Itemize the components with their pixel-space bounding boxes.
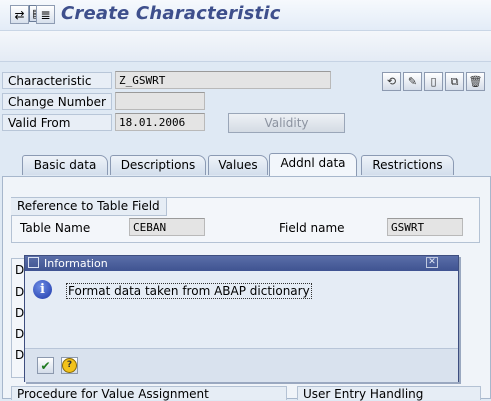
dialog-titlebar[interactable]: Information (25, 256, 458, 271)
tab-descriptions[interactable]: Descriptions (110, 155, 206, 175)
delete-trash-icon[interactable]: 🗑 (466, 72, 485, 91)
dialog-window-icon (28, 257, 39, 268)
dialog-title: Information (44, 257, 108, 270)
dialog-footer (25, 348, 458, 382)
reference-group-title: Reference to Table Field (11, 198, 167, 216)
help-icon[interactable]: ? (61, 357, 78, 374)
user-entry-handling-group-title: User Entry Handling (297, 386, 481, 401)
characteristic-field[interactable]: Z_GSWRT (115, 71, 331, 89)
field-name-field[interactable]: GSWRT (387, 218, 463, 236)
tab-values[interactable]: Values (208, 155, 268, 175)
close-icon[interactable]: ✕ (426, 257, 438, 268)
page-title: Create Characteristic (61, 3, 281, 24)
characteristic-label: Characteristic (2, 72, 112, 89)
tab-restrictions[interactable]: Restrictions (361, 155, 454, 175)
table-name-field[interactable]: CEBAN (129, 218, 205, 236)
tab-basic-data[interactable]: Basic data (22, 155, 108, 175)
value-assignment-group-title: Procedure for Value Assignment (11, 386, 287, 401)
edit-pencil-icon[interactable]: ✎ (403, 72, 422, 91)
application-toolbar (0, 31, 491, 62)
create-document-icon[interactable]: ▯ (424, 72, 443, 91)
display-change-icon[interactable]: ⟲ (382, 72, 401, 91)
info-icon: i (33, 280, 52, 299)
change-number-label: Change Number (2, 93, 112, 110)
dialog-message: Format data taken from ABAP dictionary (66, 283, 312, 299)
classes-icon[interactable]: ≣ (36, 5, 55, 24)
tab-addnl-data[interactable]: Addnl data (269, 153, 357, 176)
confirm-checkmark-icon[interactable]: ✔ (37, 357, 54, 374)
field-name-label: Field name (279, 221, 345, 235)
change-number-field[interactable] (115, 92, 205, 110)
validity-button[interactable]: Validity (228, 113, 345, 133)
valid-from-field[interactable]: 18.01.2006 (115, 113, 205, 131)
copy-icon[interactable]: ⧉ (445, 72, 464, 91)
table-name-label: Table Name (20, 221, 91, 235)
valid-from-label: Valid From (2, 114, 112, 131)
other-characteristic-icon[interactable]: ⇄ (10, 5, 29, 24)
